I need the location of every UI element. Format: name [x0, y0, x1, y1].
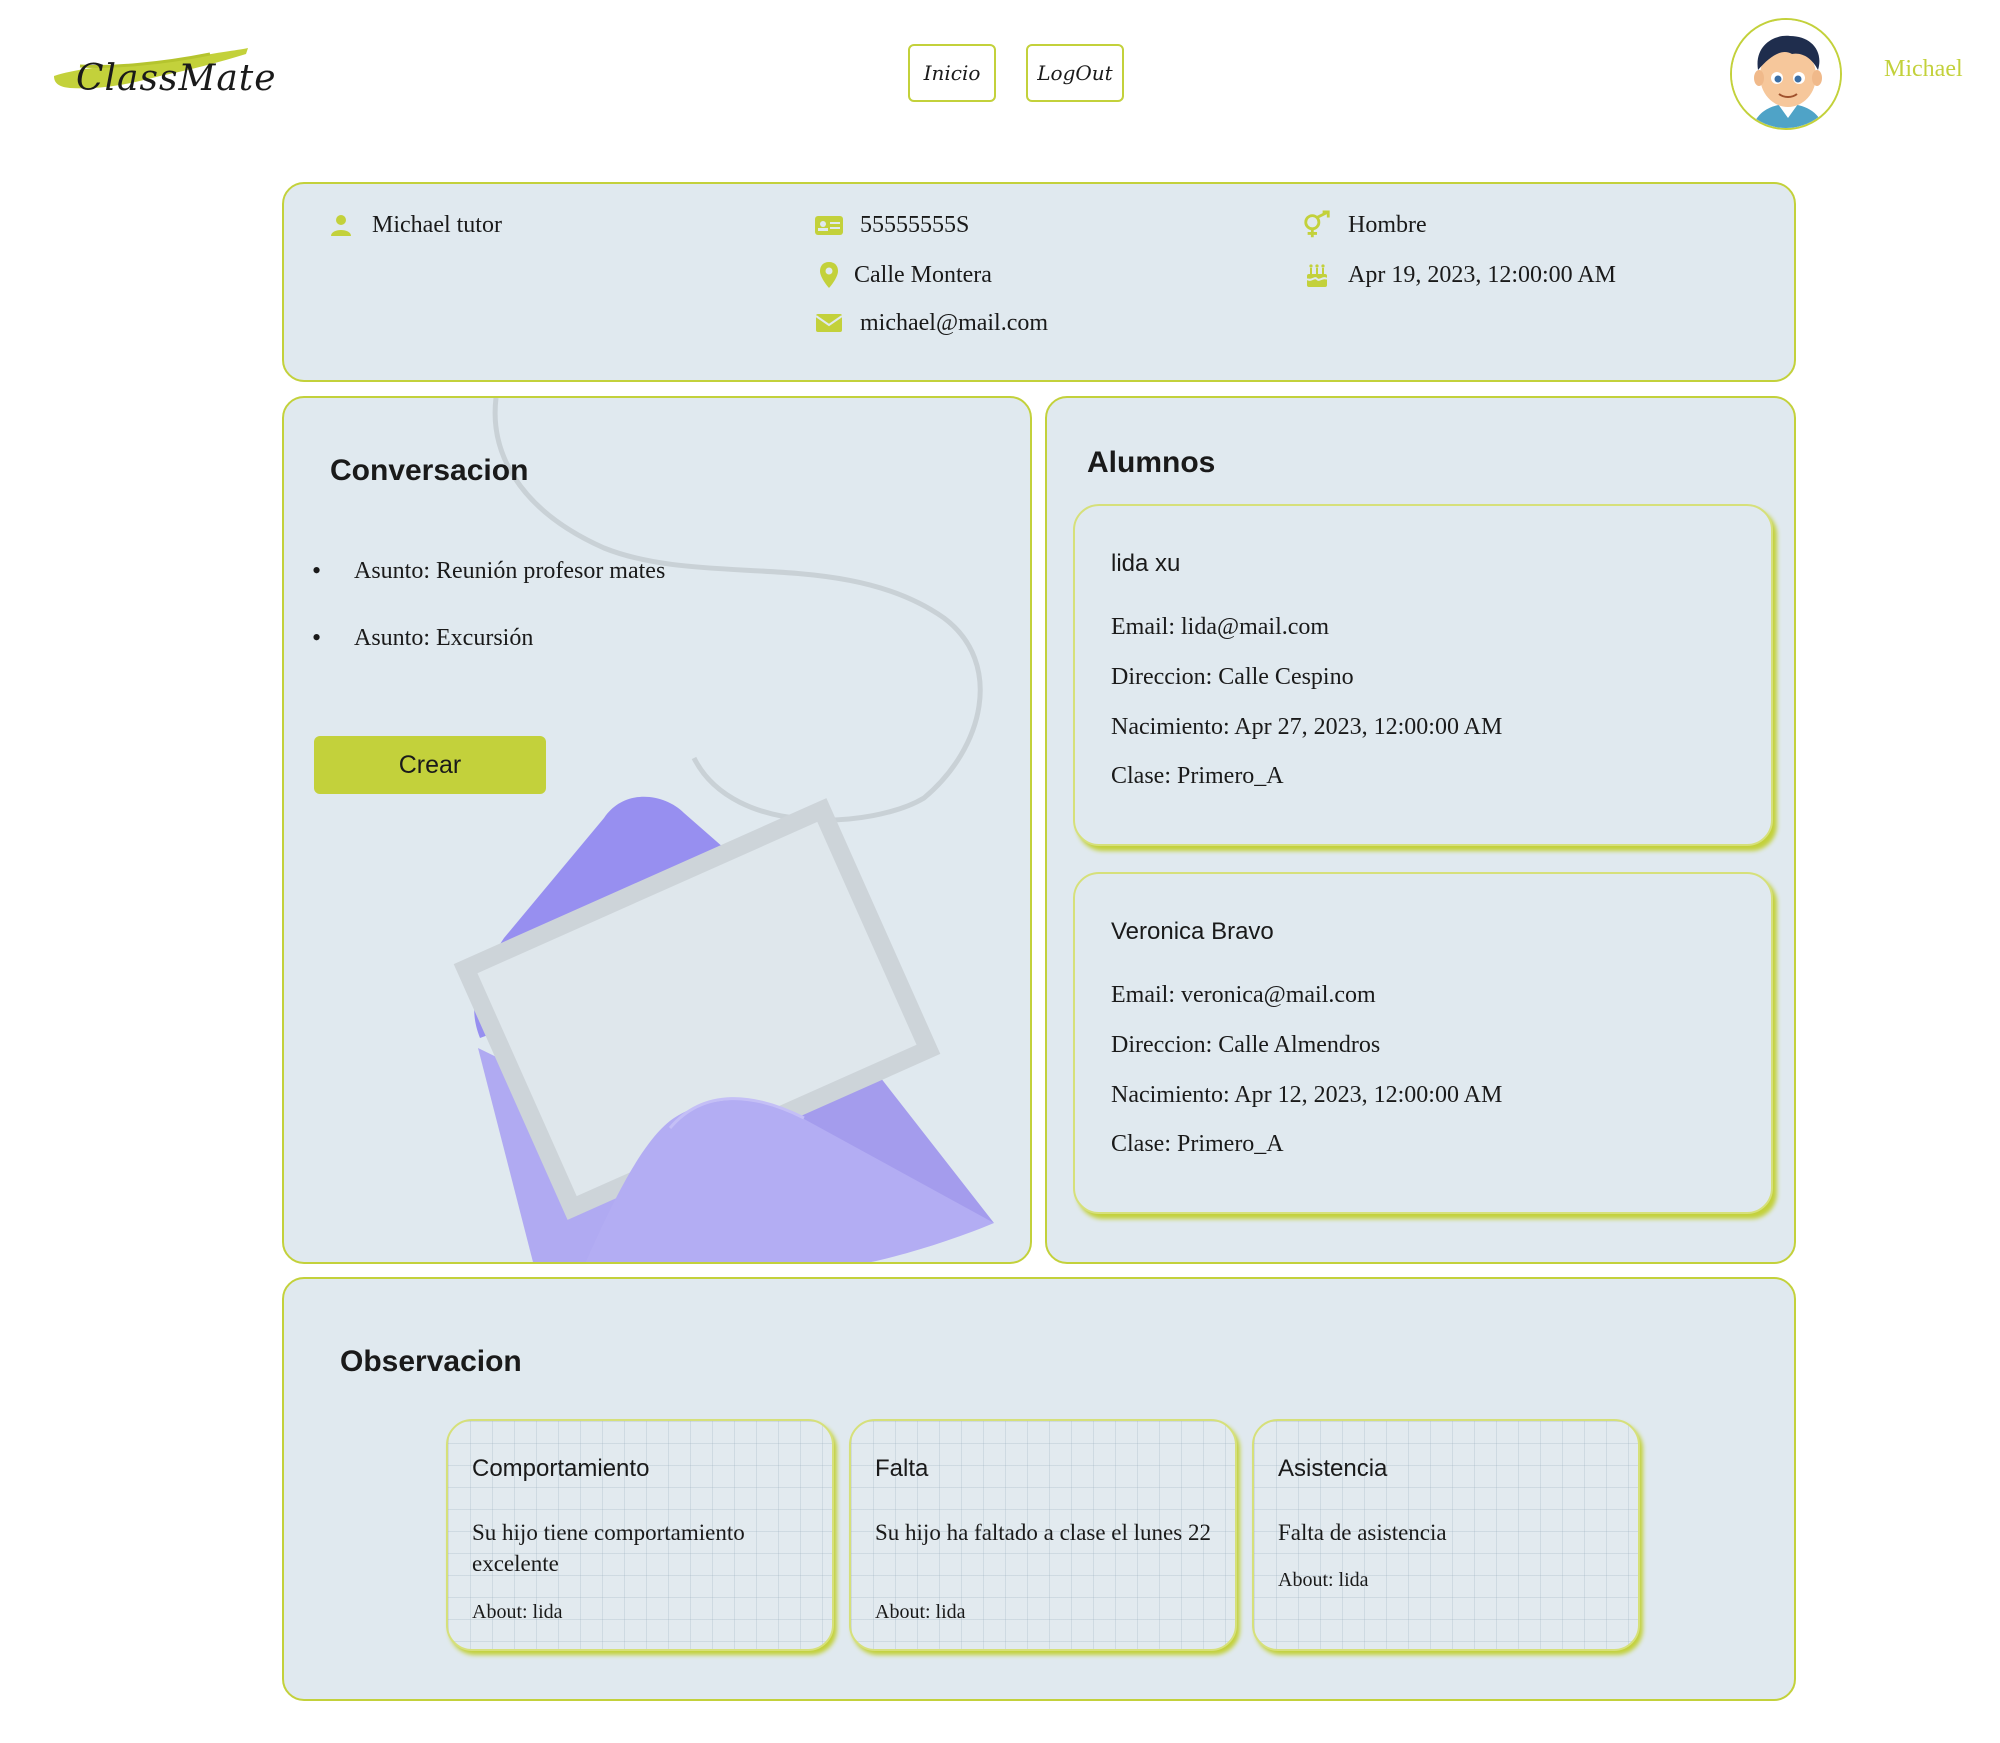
- observation-text: Su hijo tiene comportamiento excelente: [472, 1520, 745, 1576]
- student-class: Clase: Primero_A: [1111, 1131, 1284, 1157]
- observation-card[interactable]: Falta Su hijo ha faltado a clase el lune…: [849, 1419, 1237, 1651]
- profile-panel: Michael tutor 55555555S Calle Montera mi…: [282, 182, 1796, 382]
- conversation-item[interactable]: Asunto: Excursión: [312, 623, 665, 653]
- observation-about: About: lida: [1278, 1569, 1369, 1591]
- student-name: Veronica Bravo: [1111, 918, 1274, 945]
- logout-button[interactable]: LogOut: [1026, 44, 1124, 102]
- envelope-icon: [814, 308, 844, 338]
- observation-type: Comportamiento: [472, 1455, 650, 1482]
- student-card[interactable]: lida xu Email: lida@mail.com Direccion: …: [1073, 504, 1773, 846]
- classmate-logo[interactable]: ClassMate: [50, 38, 276, 118]
- conversacion-list: Asunto: Reunión profesor mates Asunto: E…: [312, 556, 665, 692]
- profile-email: michael@mail.com: [814, 308, 1048, 338]
- observation-text: Falta de asistencia: [1278, 1520, 1447, 1545]
- map-marker-icon: [814, 260, 844, 290]
- student-email: Email: veronica@mail.com: [1111, 982, 1376, 1008]
- birthday-cake-icon: [1302, 260, 1332, 290]
- student-class: Clase: Primero_A: [1111, 763, 1284, 789]
- user-avatar-icon: [1732, 20, 1840, 128]
- observation-about: About: lida: [472, 1601, 563, 1623]
- observacion-title: Observacion: [340, 1345, 522, 1378]
- inicio-button[interactable]: Inicio: [908, 44, 996, 102]
- alumnos-title: Alumnos: [1087, 446, 1216, 479]
- conversacion-panel: Conversacion Asunto: Reunión profesor ma…: [282, 396, 1032, 1264]
- logo-text: ClassMate: [76, 58, 277, 99]
- student-address: Direccion: Calle Cespino: [1111, 664, 1354, 690]
- user-icon: [326, 210, 356, 240]
- conversacion-title: Conversacion: [330, 454, 529, 487]
- student-name: lida xu: [1111, 550, 1181, 577]
- observation-type: Falta: [875, 1455, 929, 1482]
- profile-birthdate: Apr 19, 2023, 12:00:00 AM: [1302, 260, 1616, 290]
- conversation-item[interactable]: Asunto: Reunión profesor mates: [312, 556, 665, 586]
- observation-about: About: lida: [875, 1601, 966, 1623]
- student-card[interactable]: Veronica Bravo Email: veronica@mail.com …: [1073, 872, 1773, 1214]
- crear-button[interactable]: Crear: [314, 736, 546, 794]
- user-name-link[interactable]: Michael: [1884, 56, 1963, 83]
- observacion-panel: Observacion Comportamiento Su hijo tiene…: [282, 1277, 1796, 1701]
- profile-dni: 55555555S: [814, 210, 969, 240]
- gender-icon: [1302, 210, 1332, 240]
- student-birthdate: Nacimiento: Apr 12, 2023, 12:00:00 AM: [1111, 1082, 1503, 1108]
- alumnos-panel: Alumnos lida xu Email: lida@mail.com Dir…: [1045, 396, 1796, 1264]
- envelope-illustration-icon: [453, 398, 994, 1262]
- profile-gender: Hombre: [1302, 210, 1427, 240]
- observation-text: Su hijo ha faltado a clase el lunes 22: [875, 1520, 1211, 1545]
- student-email: Email: lida@mail.com: [1111, 614, 1330, 640]
- profile-address: Calle Montera: [814, 260, 992, 290]
- student-birthdate: Nacimiento: Apr 27, 2023, 12:00:00 AM: [1111, 714, 1503, 740]
- avatar[interactable]: [1730, 18, 1842, 130]
- observation-card[interactable]: Asistencia Falta de asistencia About: li…: [1252, 1419, 1640, 1651]
- student-address: Direccion: Calle Almendros: [1111, 1032, 1381, 1058]
- profile-name: Michael tutor: [326, 210, 502, 240]
- observation-type: Asistencia: [1278, 1455, 1388, 1482]
- observation-card[interactable]: Comportamiento Su hijo tiene comportamie…: [446, 1419, 834, 1651]
- id-card-icon: [814, 210, 844, 240]
